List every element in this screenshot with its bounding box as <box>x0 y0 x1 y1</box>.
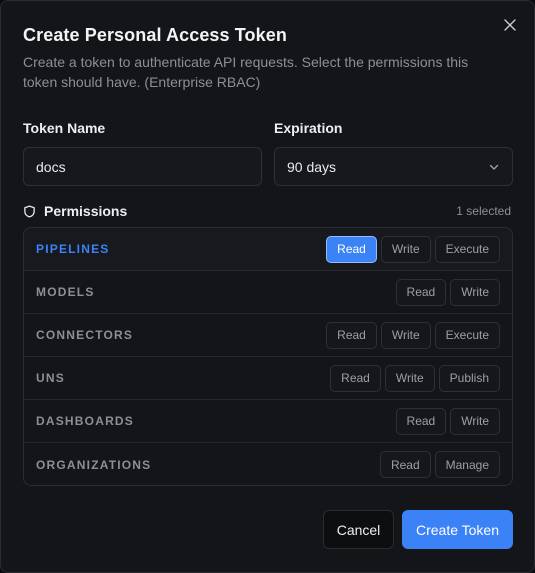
permission-row-models: MODELS Read Write <box>24 271 512 314</box>
token-name-input[interactable] <box>36 158 249 175</box>
close-icon[interactable] <box>503 18 517 32</box>
dialog-description: Create a token to authenticate API reque… <box>23 54 469 90</box>
permission-row-connectors: CONNECTORS Read Write Execute <box>24 314 512 357</box>
permission-actions: Read Write <box>395 407 500 435</box>
models-read-toggle[interactable]: Read <box>395 278 447 306</box>
permission-name: ORGANIZATIONS <box>36 457 152 472</box>
permission-actions: Read Write Execute <box>326 235 500 263</box>
permission-row-organizations: ORGANIZATIONS Read Manage <box>24 443 512 485</box>
organizations-manage-toggle[interactable]: Manage <box>434 451 500 478</box>
pipelines-execute-toggle[interactable]: Execute <box>434 235 500 263</box>
create-token-button[interactable]: Create Token <box>402 510 513 549</box>
permission-name: PIPELINES <box>36 242 110 256</box>
dialog-title: Create Personal Access Token <box>23 25 287 45</box>
pipelines-read-toggle[interactable]: Read <box>326 235 377 263</box>
permissions-header: Permissions <box>23 203 127 219</box>
pipelines-write-toggle[interactable]: Write <box>380 235 431 263</box>
permission-row-uns: UNS Read Write Publish <box>24 357 512 400</box>
dashboards-write-toggle[interactable]: Write <box>450 407 500 435</box>
organizations-read-toggle[interactable]: Read <box>379 451 431 478</box>
connectors-execute-toggle[interactable]: Execute <box>434 321 500 349</box>
permission-actions: Read Manage <box>379 451 500 478</box>
permission-name: CONNECTORS <box>36 328 134 342</box>
permissions-table: PIPELINES Read Write Execute MODELS Read Write… <box>23 227 513 486</box>
selected-count: 1 selected <box>456 204 511 218</box>
cancel-button[interactable]: Cancel <box>323 510 394 549</box>
models-write-toggle[interactable]: Write <box>450 278 500 306</box>
dashboards-read-toggle[interactable]: Read <box>395 407 447 435</box>
permission-actions: Read Write <box>395 278 500 306</box>
permissions-title: Permissions <box>44 203 128 219</box>
permission-name: UNS <box>36 371 65 385</box>
expiration-label: Expiration <box>274 120 343 136</box>
token-name-field[interactable] <box>23 147 262 186</box>
uns-read-toggle[interactable]: Read <box>330 364 381 392</box>
connectors-read-toggle[interactable]: Read <box>326 321 377 349</box>
uns-publish-toggle[interactable]: Publish <box>438 364 500 392</box>
permission-name: MODELS <box>36 285 95 299</box>
shield-icon <box>24 204 35 218</box>
create-token-dialog: Create Personal Access Token Create a to… <box>0 0 535 573</box>
permission-actions: Read Write Execute <box>326 321 500 349</box>
permission-row-pipelines: PIPELINES Read Write Execute <box>24 228 512 271</box>
expiration-select[interactable]: 90 days <box>274 147 513 186</box>
connectors-write-toggle[interactable]: Write <box>380 321 431 349</box>
chevron-down-icon <box>489 164 499 170</box>
permission-row-dashboards: DASHBOARDS Read Write <box>24 400 512 443</box>
permission-actions: Read Write Publish <box>330 364 500 392</box>
token-name-label: Token Name <box>23 120 106 136</box>
uns-write-toggle[interactable]: Write <box>384 364 435 392</box>
expiration-value: 90 days <box>287 158 337 175</box>
permission-name: DASHBOARDS <box>36 414 135 428</box>
